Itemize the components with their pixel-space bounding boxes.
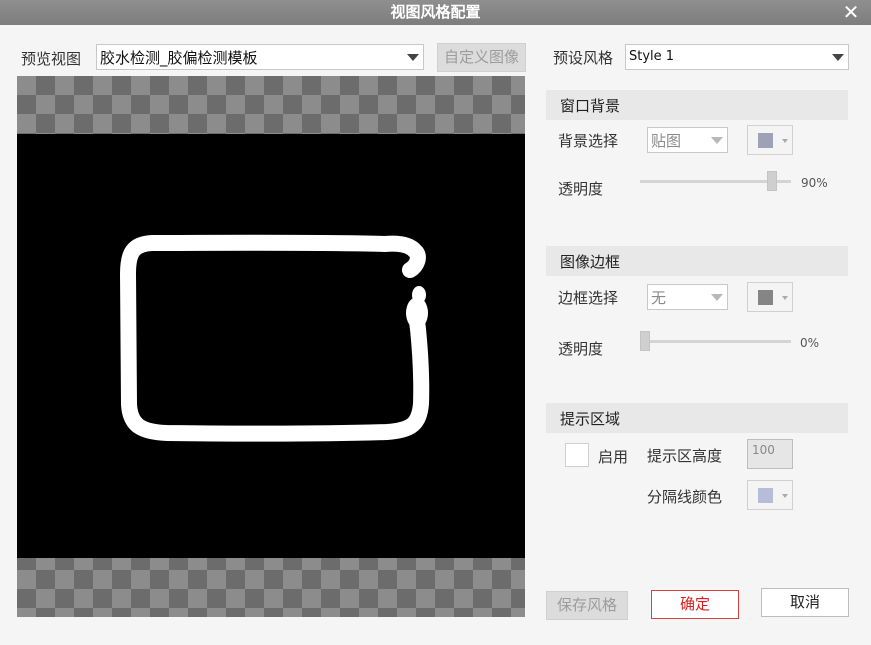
border-color-picker[interactable] bbox=[747, 282, 793, 312]
background-opacity-value: 90% bbox=[801, 176, 828, 190]
cancel-button[interactable]: 取消 bbox=[761, 588, 849, 617]
dialog-title: 视图风格配置 bbox=[390, 3, 481, 21]
chevron-down-icon bbox=[711, 137, 723, 144]
color-swatch bbox=[758, 290, 773, 305]
chevron-down-icon bbox=[782, 296, 788, 300]
custom-image-button[interactable]: 自定义图像 bbox=[437, 43, 526, 72]
slider-handle[interactable] bbox=[766, 171, 777, 191]
preset-style-label: 预设风格 bbox=[553, 49, 614, 67]
preview-view-select[interactable]: 胶水检测_胶偏检测模板 bbox=[96, 44, 424, 70]
border-opacity-label: 透明度 bbox=[558, 340, 604, 358]
ok-button[interactable]: 确定 bbox=[651, 590, 739, 619]
background-select-value: 贴图 bbox=[651, 132, 682, 150]
close-icon[interactable]: ✕ bbox=[841, 2, 861, 22]
border-select[interactable]: 无 bbox=[647, 284, 728, 310]
preview-image bbox=[17, 134, 525, 558]
separator-color-picker[interactable] bbox=[747, 480, 793, 510]
tip-height-input[interactable]: 100 bbox=[747, 439, 793, 469]
border-opacity-slider[interactable] bbox=[640, 340, 791, 343]
background-select-label: 背景选择 bbox=[558, 132, 619, 150]
preview-view-label: 预览视图 bbox=[21, 50, 82, 68]
section-image-border: 图像边框 bbox=[546, 246, 848, 276]
title-bar: 视图风格配置 ✕ bbox=[0, 0, 871, 25]
enable-checkbox[interactable] bbox=[565, 443, 589, 467]
chevron-down-icon bbox=[782, 139, 788, 143]
style-config-dialog: 视图风格配置 ✕ 预览视图 胶水检测_胶偏检测模板 自定义图像 预设风格 Sty… bbox=[0, 0, 871, 645]
section-title: 图像边框 bbox=[560, 253, 621, 271]
border-select-value: 无 bbox=[651, 289, 667, 307]
section-title: 窗口背景 bbox=[560, 97, 621, 115]
preview-view-value: 胶水检测_胶偏检测模板 bbox=[100, 49, 258, 67]
chevron-down-icon bbox=[782, 494, 788, 498]
border-opacity-value: 0% bbox=[800, 336, 820, 350]
section-title: 提示区域 bbox=[560, 410, 621, 428]
tip-height-label: 提示区高度 bbox=[647, 447, 723, 465]
chevron-down-icon bbox=[407, 54, 419, 61]
chevron-down-icon bbox=[832, 54, 844, 61]
background-color-picker[interactable] bbox=[747, 125, 793, 155]
slider-handle[interactable] bbox=[640, 331, 650, 351]
background-opacity-label: 透明度 bbox=[558, 180, 604, 198]
preview-canvas bbox=[17, 76, 525, 617]
border-select-label: 边框选择 bbox=[558, 289, 619, 307]
background-select[interactable]: 贴图 bbox=[647, 127, 728, 153]
glue-path-image bbox=[120, 234, 430, 442]
enable-label: 启用 bbox=[598, 448, 629, 466]
section-window-background: 窗口背景 bbox=[546, 90, 848, 120]
chevron-down-icon bbox=[711, 294, 723, 301]
preset-style-value: Style 1 bbox=[629, 49, 675, 64]
color-swatch bbox=[758, 488, 773, 503]
separator-color-label: 分隔线颜色 bbox=[647, 488, 723, 506]
preset-style-select[interactable]: Style 1 bbox=[625, 44, 849, 70]
save-style-button[interactable]: 保存风格 bbox=[546, 591, 628, 620]
section-tip-area: 提示区域 bbox=[546, 403, 848, 433]
color-swatch bbox=[758, 133, 773, 148]
